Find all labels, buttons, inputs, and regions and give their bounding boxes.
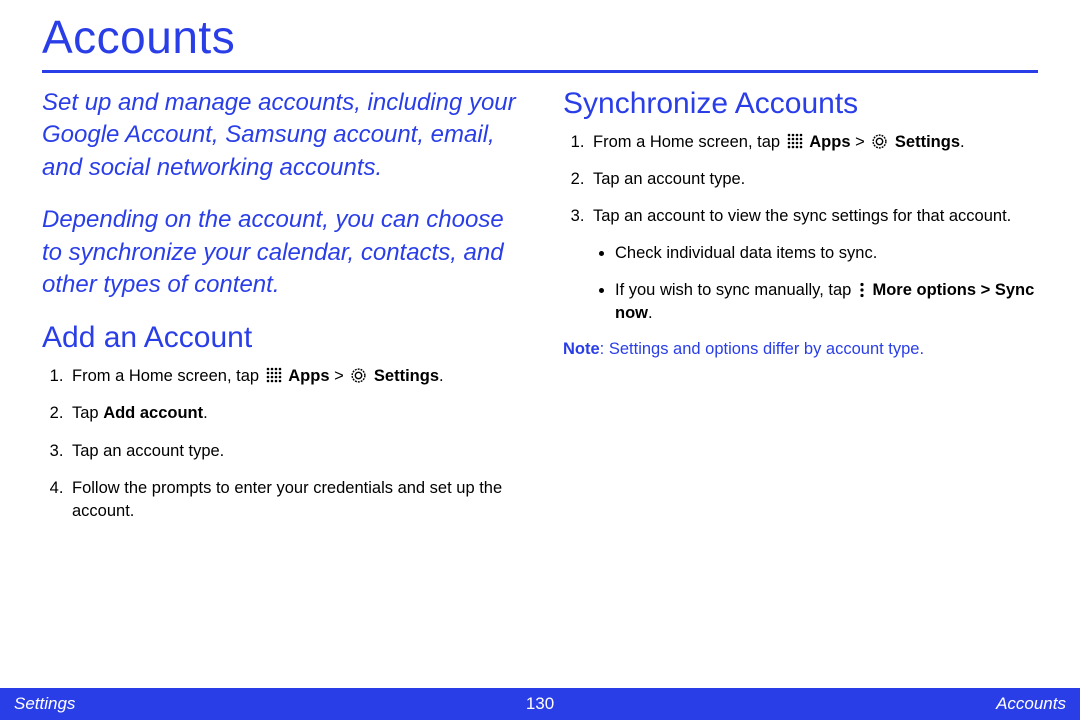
footer-right: Accounts bbox=[996, 694, 1066, 714]
separator: > bbox=[851, 133, 870, 151]
add-account-heading: Add an Account bbox=[42, 321, 517, 355]
add-step-1: From a Home screen, tap Apps > Settings. bbox=[68, 365, 517, 388]
sync-sub-2: If you wish to sync manually, tap More o… bbox=[615, 279, 1038, 325]
separator: > bbox=[976, 281, 995, 299]
note-label: Note bbox=[563, 340, 600, 358]
note-text: : Settings and options differ by account… bbox=[600, 340, 924, 358]
add-account-label: Add account bbox=[103, 404, 203, 422]
period: . bbox=[648, 304, 653, 322]
apps-grid-icon bbox=[787, 133, 803, 149]
right-column: Synchronize Accounts From a Home screen,… bbox=[563, 87, 1038, 537]
manual-page: Accounts Set up and manage accounts, inc… bbox=[0, 0, 1080, 720]
footer-page-number: 130 bbox=[526, 694, 554, 714]
period: . bbox=[960, 133, 965, 151]
settings-label: Settings bbox=[895, 133, 960, 151]
settings-gear-icon bbox=[350, 367, 367, 384]
more-options-label: More options bbox=[872, 281, 976, 299]
intro-paragraph-2: Depending on the account, you can choose… bbox=[42, 204, 517, 301]
left-column: Set up and manage accounts, including yo… bbox=[42, 87, 517, 537]
sync-note: Note: Settings and options differ by acc… bbox=[563, 340, 1038, 359]
sync-step-2: Tap an account type. bbox=[589, 168, 1038, 191]
page-footer: Settings 130 Accounts bbox=[0, 688, 1080, 720]
sync-step-3: Tap an account to view the sync settings… bbox=[589, 205, 1038, 325]
sync-accounts-steps: From a Home screen, tap Apps > Settings.… bbox=[563, 131, 1038, 326]
add-step-3: Tap an account type. bbox=[68, 440, 517, 463]
sync-step-1: From a Home screen, tap Apps > Settings. bbox=[589, 131, 1038, 154]
sub-text: If you wish to sync manually, tap bbox=[615, 281, 856, 299]
footer-left: Settings bbox=[14, 694, 75, 714]
separator: > bbox=[330, 367, 349, 385]
add-step-4: Follow the prompts to enter your credent… bbox=[68, 477, 517, 523]
two-column-layout: Set up and manage accounts, including yo… bbox=[42, 87, 1038, 537]
add-step-2: Tap Add account. bbox=[68, 402, 517, 425]
step-text: From a Home screen, tap bbox=[72, 367, 264, 385]
apps-label: Apps bbox=[809, 133, 850, 151]
settings-gear-icon bbox=[871, 133, 888, 150]
page-title: Accounts bbox=[42, 0, 1038, 70]
sync-accounts-heading: Synchronize Accounts bbox=[563, 87, 1038, 121]
intro-paragraph-1: Set up and manage accounts, including yo… bbox=[42, 87, 517, 184]
content-area: Accounts Set up and manage accounts, inc… bbox=[0, 0, 1080, 537]
apps-grid-icon bbox=[266, 367, 282, 383]
step-text: Tap an account to view the sync settings… bbox=[593, 207, 1011, 225]
sync-sub-list: Check individual data items to sync. If … bbox=[593, 242, 1038, 325]
apps-label: Apps bbox=[288, 367, 329, 385]
step-text: From a Home screen, tap bbox=[593, 133, 785, 151]
sync-sub-1: Check individual data items to sync. bbox=[615, 242, 1038, 265]
more-options-icon bbox=[859, 282, 865, 298]
period: . bbox=[203, 404, 208, 422]
intro-block: Set up and manage accounts, including yo… bbox=[42, 87, 517, 301]
settings-label: Settings bbox=[374, 367, 439, 385]
add-account-steps: From a Home screen, tap Apps > Settings.… bbox=[42, 365, 517, 522]
title-rule bbox=[42, 70, 1038, 73]
period: . bbox=[439, 367, 444, 385]
step-text: Tap bbox=[72, 404, 103, 422]
